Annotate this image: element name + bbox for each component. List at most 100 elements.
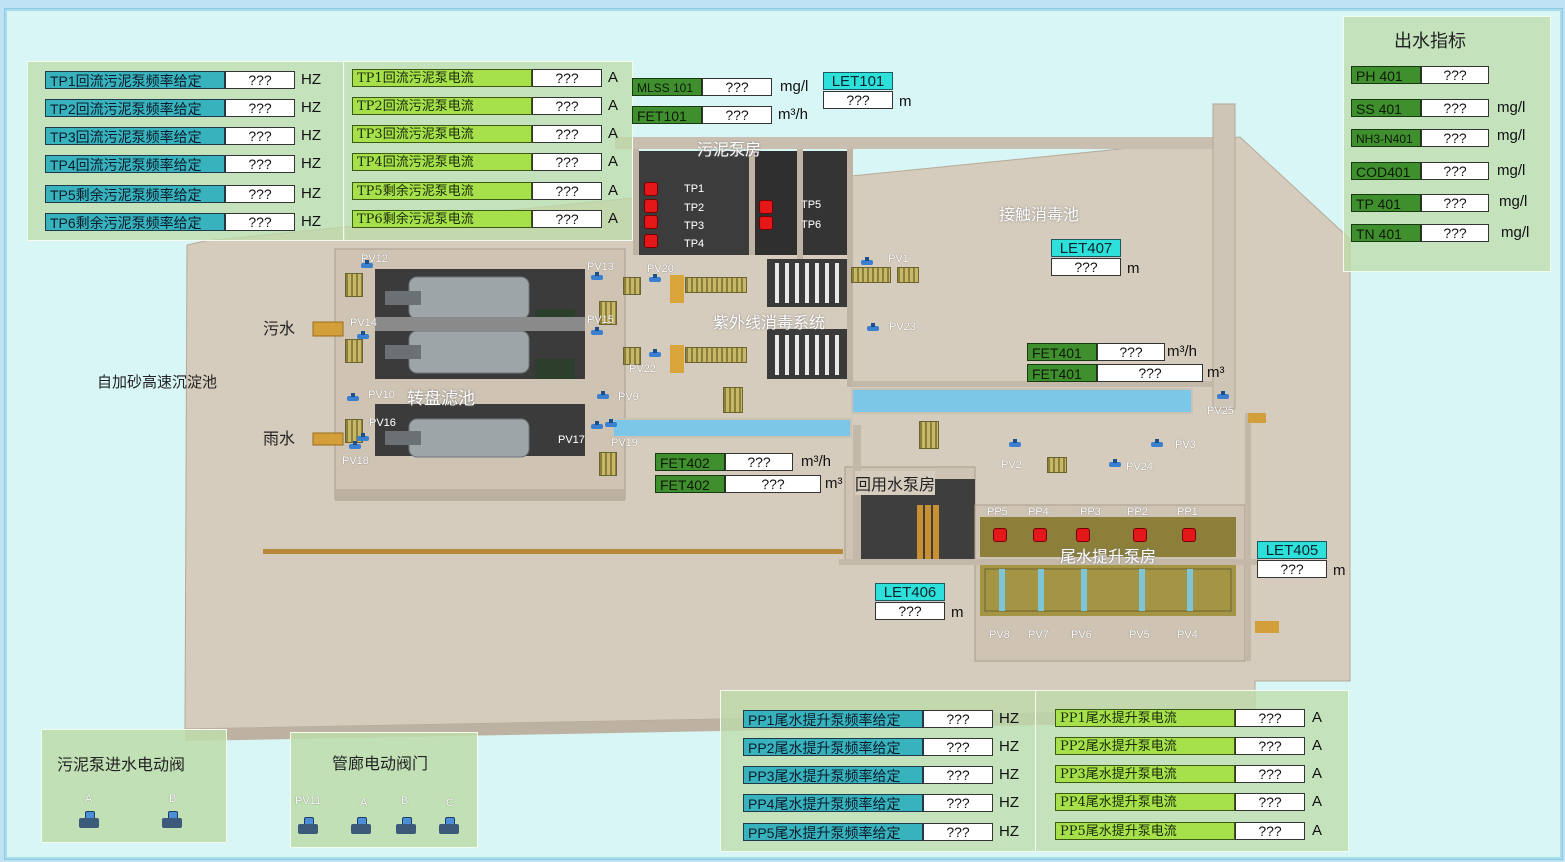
fet101-label: FET101	[632, 106, 702, 124]
valve-pv24-icon[interactable]	[1109, 459, 1121, 468]
fet402-flow-label: FET402	[655, 453, 725, 471]
valve-pv10-icon[interactable]	[347, 393, 359, 402]
valve-pv23-icon[interactable]	[867, 323, 879, 332]
fet101-value[interactable]: ???	[702, 106, 772, 124]
pp3-current-value[interactable]: ???	[1235, 765, 1305, 783]
tp1-current-value[interactable]: ???	[532, 69, 602, 87]
pp5-freq-value[interactable]: ???	[923, 823, 993, 841]
let406-value[interactable]: ???	[875, 602, 945, 620]
tp2-freq-unit: HZ	[301, 99, 321, 116]
let406-unit: m	[951, 604, 964, 621]
pp2-freq-value[interactable]: ???	[923, 738, 993, 756]
ss401-unit: mg/l	[1497, 99, 1526, 116]
pump-pp4-status[interactable]	[1033, 528, 1047, 542]
pump-tp2-status[interactable]	[644, 199, 658, 213]
tag-pv23: PV23	[889, 321, 916, 333]
valve-pv9-icon[interactable]	[597, 391, 609, 400]
mlss101-value[interactable]: ???	[702, 78, 772, 96]
ph401-value[interactable]: ???	[1421, 66, 1489, 84]
fet401-total-value[interactable]: ???	[1097, 364, 1203, 382]
mlss101-label: MLSS 101	[632, 78, 702, 96]
fet401-flow-value[interactable]: ???	[1097, 343, 1165, 361]
gallery-valve-c-icon[interactable]	[439, 817, 459, 837]
pp1-freq-value[interactable]: ???	[923, 710, 993, 728]
tp1-freq-label: TP1回流污泥泵频率给定	[45, 71, 225, 89]
pp1-current-value[interactable]: ???	[1235, 709, 1305, 727]
valve-pv17-icon[interactable]	[591, 421, 603, 430]
tp4-freq-value[interactable]: ???	[225, 155, 295, 173]
tp3-current-value[interactable]: ???	[532, 125, 602, 143]
tag-pv17: PV17	[558, 434, 585, 446]
valve-pv3-icon[interactable]	[1151, 439, 1163, 448]
tp3-freq-label: TP3回流污泥泵频率给定	[45, 127, 225, 145]
tag-pv7: PV7	[1028, 629, 1049, 641]
pump-pp1-status[interactable]	[1182, 528, 1196, 542]
pump-tp5-status[interactable]	[759, 200, 773, 214]
grating	[723, 387, 743, 413]
sludge-valve-b-icon[interactable]	[162, 811, 182, 831]
valve-pv15-icon[interactable]	[591, 327, 603, 336]
fet402-flow-value[interactable]: ???	[725, 453, 793, 471]
tp2-current-unit: A	[608, 97, 619, 114]
valve-pv14-icon[interactable]	[357, 331, 369, 340]
sludge-valves-title: 污泥泵进水电动阀	[57, 755, 186, 774]
pp5-current-value[interactable]: ???	[1235, 822, 1305, 840]
pp3-current-label: PP3尾水提升泵电流	[1055, 765, 1235, 783]
pump-tp4-status[interactable]	[644, 234, 658, 248]
tag-pv18: PV18	[342, 455, 369, 467]
pump-tp3-status[interactable]	[644, 215, 658, 229]
grating	[851, 267, 891, 283]
fet402-total-value[interactable]: ???	[725, 475, 821, 493]
valve-pv18-icon[interactable]	[349, 441, 361, 450]
tp1-current-unit: A	[608, 69, 619, 86]
valve-pv1-icon[interactable]	[861, 257, 873, 266]
valve-pv13-icon[interactable]	[591, 272, 603, 281]
tp6-current-value[interactable]: ???	[532, 210, 602, 228]
area-sedimentation: 自加砂高速沉淀池	[97, 373, 218, 391]
tag-pv6: PV6	[1071, 629, 1092, 641]
pump-tp6-status[interactable]	[759, 216, 773, 230]
tp6-freq-value[interactable]: ???	[225, 213, 295, 231]
pump-pp5-status[interactable]	[993, 528, 1007, 542]
pp4-freq-value[interactable]: ???	[923, 794, 993, 812]
valve-pv22-icon[interactable]	[649, 349, 661, 358]
nh3n401-value[interactable]: ???	[1421, 129, 1489, 147]
valve-pv25-icon[interactable]	[1217, 391, 1229, 400]
let405-value[interactable]: ???	[1257, 560, 1327, 578]
tp2-freq-value[interactable]: ???	[225, 99, 295, 117]
cod401-value[interactable]: ???	[1421, 162, 1489, 180]
pump-tp1-status[interactable]	[644, 182, 658, 196]
pp4-current-value[interactable]: ???	[1235, 793, 1305, 811]
tp5-current-value[interactable]: ???	[532, 182, 602, 200]
tag-pv16: PV16	[369, 417, 396, 429]
ph401-label: PH 401	[1351, 66, 1421, 84]
pp3-freq-value[interactable]: ???	[923, 766, 993, 784]
tp3-current-unit: A	[608, 125, 619, 142]
valve-pv20-icon[interactable]	[649, 274, 661, 283]
tag-pv24: PV24	[1126, 461, 1153, 473]
tag-pv4: PV4	[1177, 629, 1198, 641]
gallery-valve-pv11-icon[interactable]	[298, 817, 318, 837]
tp2-current-value[interactable]: ???	[532, 97, 602, 115]
ss401-value[interactable]: ???	[1421, 99, 1489, 117]
gallery-valve-b-icon[interactable]	[396, 817, 416, 837]
grating	[897, 267, 919, 283]
tp401-value[interactable]: ???	[1421, 194, 1489, 212]
let101-value[interactable]: ???	[823, 91, 893, 109]
gallery-valve-a-icon[interactable]	[351, 817, 371, 837]
valve-pv2-icon[interactable]	[1009, 439, 1021, 448]
area-disc-filter: 转盘滤池	[407, 389, 475, 409]
pp2-current-value[interactable]: ???	[1235, 737, 1305, 755]
valve-pv19-icon[interactable]	[605, 419, 617, 428]
tp4-current-value[interactable]: ???	[532, 153, 602, 171]
grating	[685, 277, 747, 293]
tp1-freq-value[interactable]: ???	[225, 71, 295, 89]
tp5-freq-value[interactable]: ???	[225, 185, 295, 203]
let407-value[interactable]: ???	[1051, 258, 1121, 276]
tp3-freq-value[interactable]: ???	[225, 127, 295, 145]
fet101-unit: m³/h	[778, 106, 808, 123]
tn401-value[interactable]: ???	[1421, 224, 1489, 242]
pump-pp3-status[interactable]	[1076, 528, 1090, 542]
sludge-valve-a-icon[interactable]	[79, 811, 99, 831]
pump-pp2-status[interactable]	[1133, 528, 1147, 542]
